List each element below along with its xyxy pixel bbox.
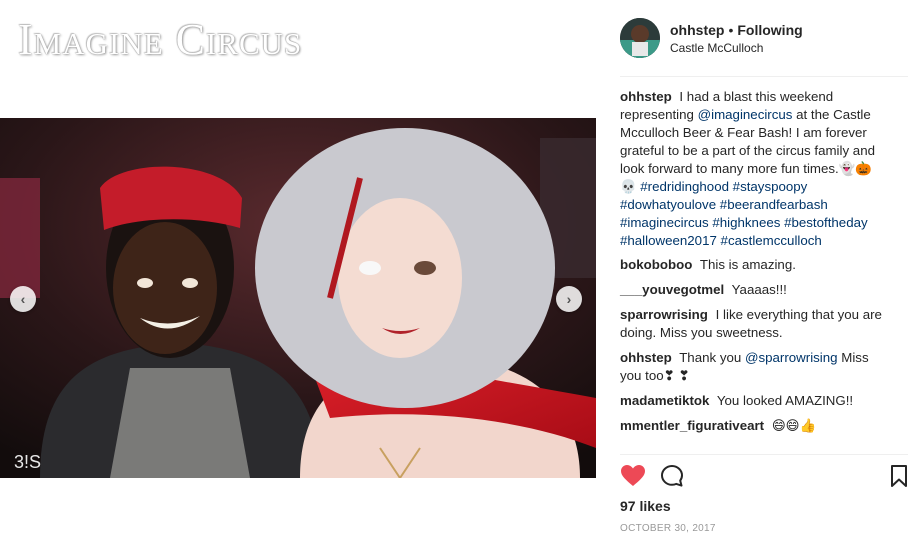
photo-illustration: 3ǃS: [0, 118, 596, 478]
post-photo[interactable]: 3ǃS: [0, 118, 596, 478]
comment-username[interactable]: bokoboboo: [620, 257, 692, 272]
comment-text: 😄😄👍: [771, 418, 817, 433]
caption-hashtags[interactable]: #redridinghood #stayspoopy #dowhatyoulov…: [620, 179, 868, 248]
chevron-left-icon: ‹: [20, 291, 26, 307]
comment-username[interactable]: mmentler_figurativeart: [620, 418, 764, 433]
avatar[interactable]: [620, 18, 660, 58]
comments-list: ohhstep I had a blast this weekend repre…: [620, 88, 888, 442]
post-caption: ohhstep I had a blast this weekend repre…: [620, 88, 888, 250]
previous-photo-button[interactable]: ‹: [10, 286, 36, 312]
comment-icon: [661, 465, 683, 487]
save-button[interactable]: [890, 465, 908, 487]
comment-text: Thank you: [679, 350, 742, 365]
comment-username[interactable]: ___youvegotmel: [620, 282, 724, 297]
post-location[interactable]: Castle McCulloch: [670, 41, 803, 55]
caption-mention-link[interactable]: @imaginecircus: [698, 107, 793, 122]
like-button[interactable]: [620, 464, 646, 488]
list-item: ___youvegotmel Yaaaas!!!: [620, 281, 888, 299]
separator-dot: •: [728, 21, 734, 38]
post-header: ohhstep • Following Castle McCulloch: [620, 14, 910, 62]
header-divider: [620, 76, 908, 77]
following-button[interactable]: Following: [737, 22, 802, 38]
next-photo-button[interactable]: ›: [556, 286, 582, 312]
comment-text: This is amazing.: [699, 257, 796, 272]
list-item: mmentler_figurativeart 😄😄👍: [620, 417, 888, 435]
comment-text: Yaaaas!!!: [731, 282, 787, 297]
post-author-username[interactable]: ohhstep: [670, 22, 724, 38]
photo-watermark: 3ǃS: [14, 452, 41, 472]
comment-mention-link[interactable]: @sparrowrising: [745, 350, 838, 365]
actions-divider: [620, 454, 908, 455]
imagine-circus-logo: Imagine Circus: [18, 15, 303, 64]
comment-button[interactable]: [660, 464, 684, 488]
post-actions: [620, 462, 908, 490]
bookmark-icon: [891, 465, 907, 487]
chevron-right-icon: ›: [566, 291, 572, 307]
post-side-panel: ohhstep • Following Castle McCulloch ohh…: [600, 0, 912, 542]
comment-username[interactable]: sparrowrising: [620, 307, 708, 322]
list-item: madametiktok You looked AMAZING!!: [620, 392, 888, 410]
caption-username[interactable]: ohhstep: [620, 89, 672, 104]
comment-username[interactable]: ohhstep: [620, 350, 672, 365]
post-date[interactable]: OCTOBER 30, 2017: [620, 523, 716, 534]
list-item: ohhstep Thank you @sparrowrising Miss yo…: [620, 349, 888, 385]
comment-username[interactable]: madametiktok: [620, 393, 709, 408]
list-item: sparrowrising I like everything that you…: [620, 306, 888, 342]
list-item: bokoboboo This is amazing.: [620, 256, 888, 274]
heart-icon: [621, 465, 645, 486]
likes-count[interactable]: 97 likes: [620, 498, 671, 514]
comment-text: You looked AMAZING!!: [716, 393, 854, 408]
